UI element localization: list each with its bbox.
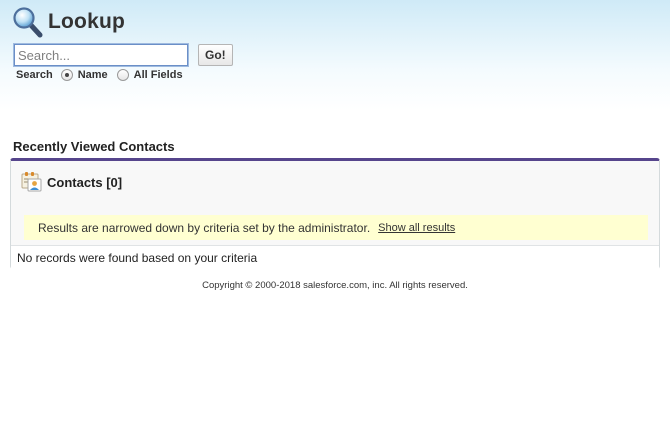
search-row: Go! (13, 43, 233, 67)
show-all-results-link[interactable]: Show all results (378, 222, 455, 234)
search-scope-label: Search (16, 69, 53, 81)
scope-option-name[interactable]: Name (60, 69, 108, 81)
name-radio[interactable] (60, 69, 73, 81)
empty-results-message: No records were found based on your crit… (17, 250, 258, 265)
scope-option-all-fields[interactable]: All Fields (116, 69, 183, 81)
criteria-notice-text: Results are narrowed down by criteria se… (38, 220, 371, 235)
empty-results-row: No records were found based on your crit… (11, 245, 659, 269)
results-header: Contacts [0] (19, 170, 122, 194)
copyright-footer: Copyright © 2000-2018 salesforce.com, in… (202, 280, 468, 291)
search-input[interactable] (13, 43, 189, 67)
section-title: Recently Viewed Contacts (13, 139, 175, 154)
magnifier-icon (13, 7, 43, 38)
results-panel: Contacts [0] Results are narrowed down b… (10, 158, 660, 269)
results-heading: Contacts [0] (47, 174, 123, 190)
contact-card-icon (21, 172, 42, 192)
go-button[interactable]: Go! (198, 44, 233, 66)
all-fields-radio[interactable] (116, 69, 129, 81)
search-scope: Search Name All Fields (16, 69, 192, 81)
page-header: Lookup (12, 6, 125, 38)
all-fields-radio-label: All Fields (133, 69, 183, 81)
page-title: Lookup (48, 10, 126, 33)
name-radio-label: Name (77, 69, 108, 81)
criteria-notice: Results are narrowed down by criteria se… (24, 215, 648, 240)
